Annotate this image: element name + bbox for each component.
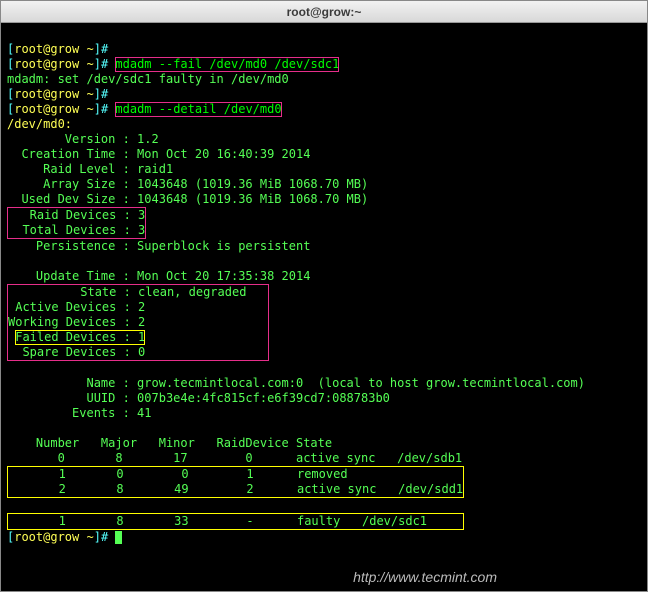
highlight-cmd1: mdadm --fail /dev/md0 /dev/sdc1 (115, 57, 339, 72)
prompt-line: [root@grow ~]# (7, 87, 641, 102)
blank-line (7, 498, 641, 513)
updatetime-line: Update Time : Mon Oct 20 17:35:38 2014 (7, 269, 641, 284)
events-line: Events : 41 (7, 406, 641, 421)
window-controls (608, 4, 643, 20)
working-line: Working Devices : 2 (8, 315, 268, 330)
watermark: http://www.tecmint.com (353, 570, 497, 585)
terminal-window: root@grow:~ [root@grow ~]# [root@grow ~]… (0, 0, 648, 592)
highlight-rows-box: 1 0 0 1 removed 2 8 49 2 active sync /de… (7, 466, 464, 498)
version-line: Version : 1.2 (7, 132, 641, 147)
state-line: State : clean, degraded (8, 285, 268, 300)
table-row: 2 8 49 2 active sync /dev/sdd1 (8, 482, 463, 497)
highlight-state-box: State : clean, degraded Active Devices :… (7, 284, 269, 361)
name-line: Name : grow.tecmintlocal.com:0 (local to… (7, 376, 641, 391)
totaldevices-line: Total Devices : 3 (8, 223, 145, 238)
highlight-faulty-box: 1 8 33 - faulty /dev/sdc1 (7, 513, 464, 530)
prompt-cmd2: [root@grow ~]# mdadm --detail /dev/md0 (7, 102, 641, 117)
highlight-devices-box: Raid Devices : 3 Total Devices : 3 (7, 207, 146, 239)
arraysize-line: Array Size : 1043648 (1019.36 MiB 1068.7… (7, 177, 641, 192)
window-title: root@grow:~ (287, 5, 362, 19)
failed-line: Failed Devices : 1 (8, 330, 268, 345)
blank-line (7, 254, 641, 269)
prompt-cmd1: [root@grow ~]# mdadm --fail /dev/md0 /de… (7, 57, 641, 72)
raidlevel-line: Raid Level : raid1 (7, 162, 641, 177)
titlebar[interactable]: root@grow:~ (1, 1, 647, 23)
spare-line: Spare Devices : 0 (8, 345, 268, 360)
fail-output: mdadm: set /dev/sdc1 faulty in /dev/md0 (7, 72, 641, 87)
blank-line (7, 421, 641, 436)
highlight-failed: Failed Devices : 1 (15, 330, 145, 345)
table-row-faulty: 1 8 33 - faulty /dev/sdc1 (8, 514, 463, 529)
persistence-line: Persistence : Superblock is persistent (7, 239, 641, 254)
highlight-cmd2: mdadm --detail /dev/md0 (115, 102, 281, 117)
dev-line: /dev/md0: (7, 117, 641, 132)
table-row: 0 8 17 0 active sync /dev/sdb1 (7, 451, 641, 466)
usedsize-line: Used Dev Size : 1043648 (1019.36 MiB 106… (7, 192, 641, 207)
raiddevices-line: Raid Devices : 3 (8, 208, 145, 223)
active-line: Active Devices : 2 (8, 300, 268, 315)
blank-line (7, 361, 641, 376)
table-header: Number Major Minor RaidDevice State (7, 436, 641, 451)
terminal-body[interactable]: [root@grow ~]# [root@grow ~]# mdadm --fa… (1, 23, 647, 591)
table-row-removed: 1 0 0 1 removed (8, 467, 463, 482)
prompt-current: [root@grow ~]# (7, 530, 641, 545)
cursor (115, 531, 122, 544)
minimize-button[interactable] (608, 4, 624, 20)
ctime-line: Creation Time : Mon Oct 20 16:40:39 2014 (7, 147, 641, 162)
uuid-line: UUID : 007b3e4e:4fc815cf:e6f39cd7:088783… (7, 391, 641, 406)
prompt-line: [root@grow ~]# (7, 42, 641, 57)
maximize-button[interactable] (627, 4, 643, 20)
